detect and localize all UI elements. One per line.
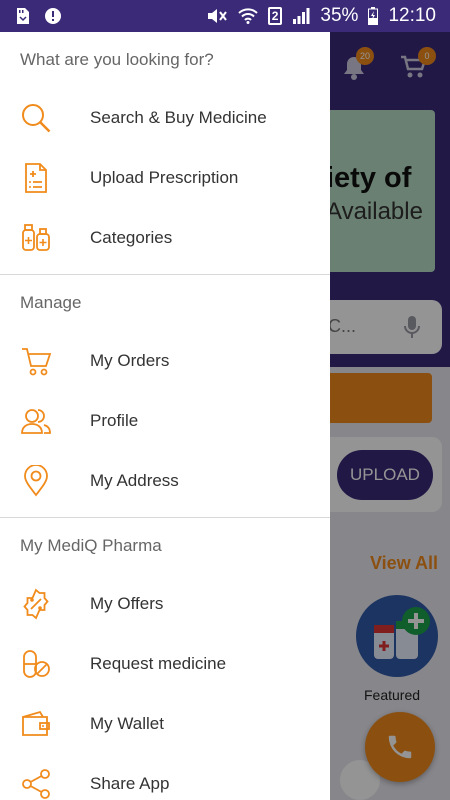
- menu-item-label: Request medicine: [90, 654, 227, 673]
- mute-icon: [206, 8, 228, 24]
- section-title-looking-for: What are you looking for?: [20, 50, 214, 69]
- wifi-icon: [238, 8, 258, 24]
- menu-item-label: Search & Buy Medicine: [90, 108, 267, 127]
- profile-icon: [0, 405, 90, 437]
- section-title-manage: Manage: [20, 293, 82, 312]
- battery-charging-icon: [368, 7, 379, 25]
- menu-item-upload-prescription[interactable]: Upload Prescription: [0, 148, 330, 208]
- menu-item-my-offers[interactable]: My Offers: [0, 574, 330, 634]
- prescription-icon: [0, 162, 90, 194]
- notification-blocked-icon: [44, 7, 62, 25]
- menu-item-label: My Wallet: [90, 714, 164, 733]
- menu-item-label: My Orders: [90, 351, 170, 370]
- pill-icon: [0, 648, 90, 680]
- wallet-icon: [0, 708, 90, 740]
- menu-item-profile[interactable]: Profile: [0, 391, 330, 451]
- sd-card-icon: [14, 7, 32, 25]
- sim-slot-indicator: 2: [267, 7, 283, 25]
- menu-item-request-medicine[interactable]: Request medicine: [0, 634, 330, 694]
- menu-item-label: My Address: [90, 471, 179, 490]
- menu-item-my-wallet[interactable]: My Wallet: [0, 694, 330, 754]
- categories-icon: [0, 222, 90, 254]
- menu-item-label: My Offers: [90, 594, 164, 613]
- navigation-drawer: What are you looking for? Search & Buy M…: [0, 32, 330, 800]
- menu-item-search-buy-medicine[interactable]: Search & Buy Medicine: [0, 88, 330, 148]
- offer-badge-icon: [0, 588, 90, 620]
- status-bar: 2 35% 12:10: [0, 0, 450, 32]
- section-title-my-mediq-pharma: My MediQ Pharma: [20, 536, 162, 555]
- menu-item-label: Profile: [90, 411, 139, 430]
- menu-item-label: Share App: [90, 774, 170, 793]
- cart-icon: [0, 345, 90, 377]
- menu-item-label: Categories: [90, 228, 173, 247]
- menu-item-share-app[interactable]: Share App: [0, 754, 330, 800]
- menu-item-my-orders[interactable]: My Orders: [0, 331, 330, 391]
- share-icon: [0, 768, 90, 800]
- signal-icon: [292, 8, 310, 24]
- menu-item-my-address[interactable]: My Address: [0, 451, 330, 511]
- menu-item-categories[interactable]: Categories: [0, 208, 330, 268]
- battery-percent: 35%: [320, 5, 359, 26]
- search-icon: [0, 102, 90, 134]
- location-pin-icon: [0, 465, 90, 497]
- menu-item-label: Upload Prescription: [90, 168, 239, 187]
- clock-time: 12:10: [388, 5, 436, 26]
